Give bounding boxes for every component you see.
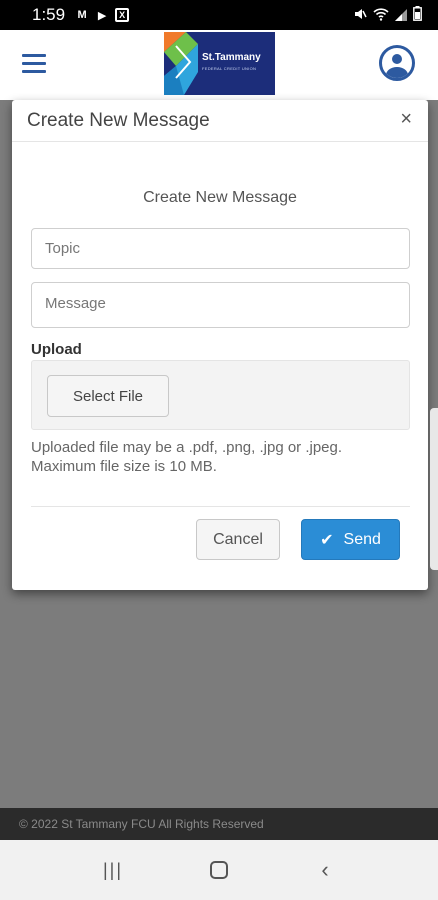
mute-icon [353, 7, 367, 24]
app-x-icon: X [115, 8, 130, 22]
credit-union-logo: St.Tammany FEDERAL CREDIT UNION [164, 32, 275, 95]
help-text-formats: Uploaded file may be a .pdf, .png, .jpg … [31, 439, 343, 456]
logo-subtext: FEDERAL CREDIT UNION [202, 66, 257, 71]
help-text-size: Maximum file size is 10 MB. [31, 458, 217, 475]
status-bar: 1:59 M ▶ X [0, 0, 438, 30]
send-label: Send [343, 530, 381, 548]
logo-name: St.Tammany [202, 52, 261, 63]
message-textarea[interactable]: Message [31, 282, 410, 328]
upload-help-text: Uploaded file may be a .pdf, .png, .jpg … [31, 438, 410, 476]
navigation-bar: ||| ‹ [0, 840, 438, 900]
battery-icon [413, 6, 422, 24]
upload-label: Upload [31, 341, 82, 358]
profile-avatar-icon[interactable] [379, 45, 415, 81]
scrollbar[interactable] [430, 408, 438, 570]
gmail-icon: M [77, 9, 87, 21]
back-icon[interactable]: ‹ [305, 857, 345, 883]
select-file-button[interactable]: Select File [47, 375, 169, 417]
create-message-modal: Create New Message × Create New Message … [12, 100, 428, 590]
home-icon[interactable] [199, 861, 239, 879]
modal-title: Create New Message [27, 110, 210, 131]
form-heading: Create New Message [143, 189, 297, 206]
checkmark-icon: ✔ [320, 531, 334, 549]
app-footer: © 2022 St Tammany FCU All Rights Reserve… [0, 808, 438, 840]
hamburger-menu-icon[interactable] [22, 54, 46, 74]
shield-icon: ▶ [97, 9, 107, 22]
modal-header: Create New Message × [12, 100, 428, 142]
close-icon[interactable]: × [400, 108, 412, 131]
app-header: St.Tammany FEDERAL CREDIT UNION [0, 30, 438, 100]
status-time: 1:59 [32, 5, 66, 24]
recent-apps-icon[interactable]: ||| [93, 860, 133, 881]
modal-divider [31, 506, 410, 507]
wifi-icon [373, 7, 389, 24]
upload-area: Select File [31, 360, 410, 430]
notification-icons: M ▶ X [75, 8, 130, 22]
send-button[interactable]: ✔ Send [301, 519, 400, 560]
system-icons [353, 6, 422, 24]
signal-icon [395, 7, 407, 24]
cancel-button[interactable]: Cancel [196, 519, 280, 560]
topic-input[interactable]: Topic [31, 228, 410, 269]
